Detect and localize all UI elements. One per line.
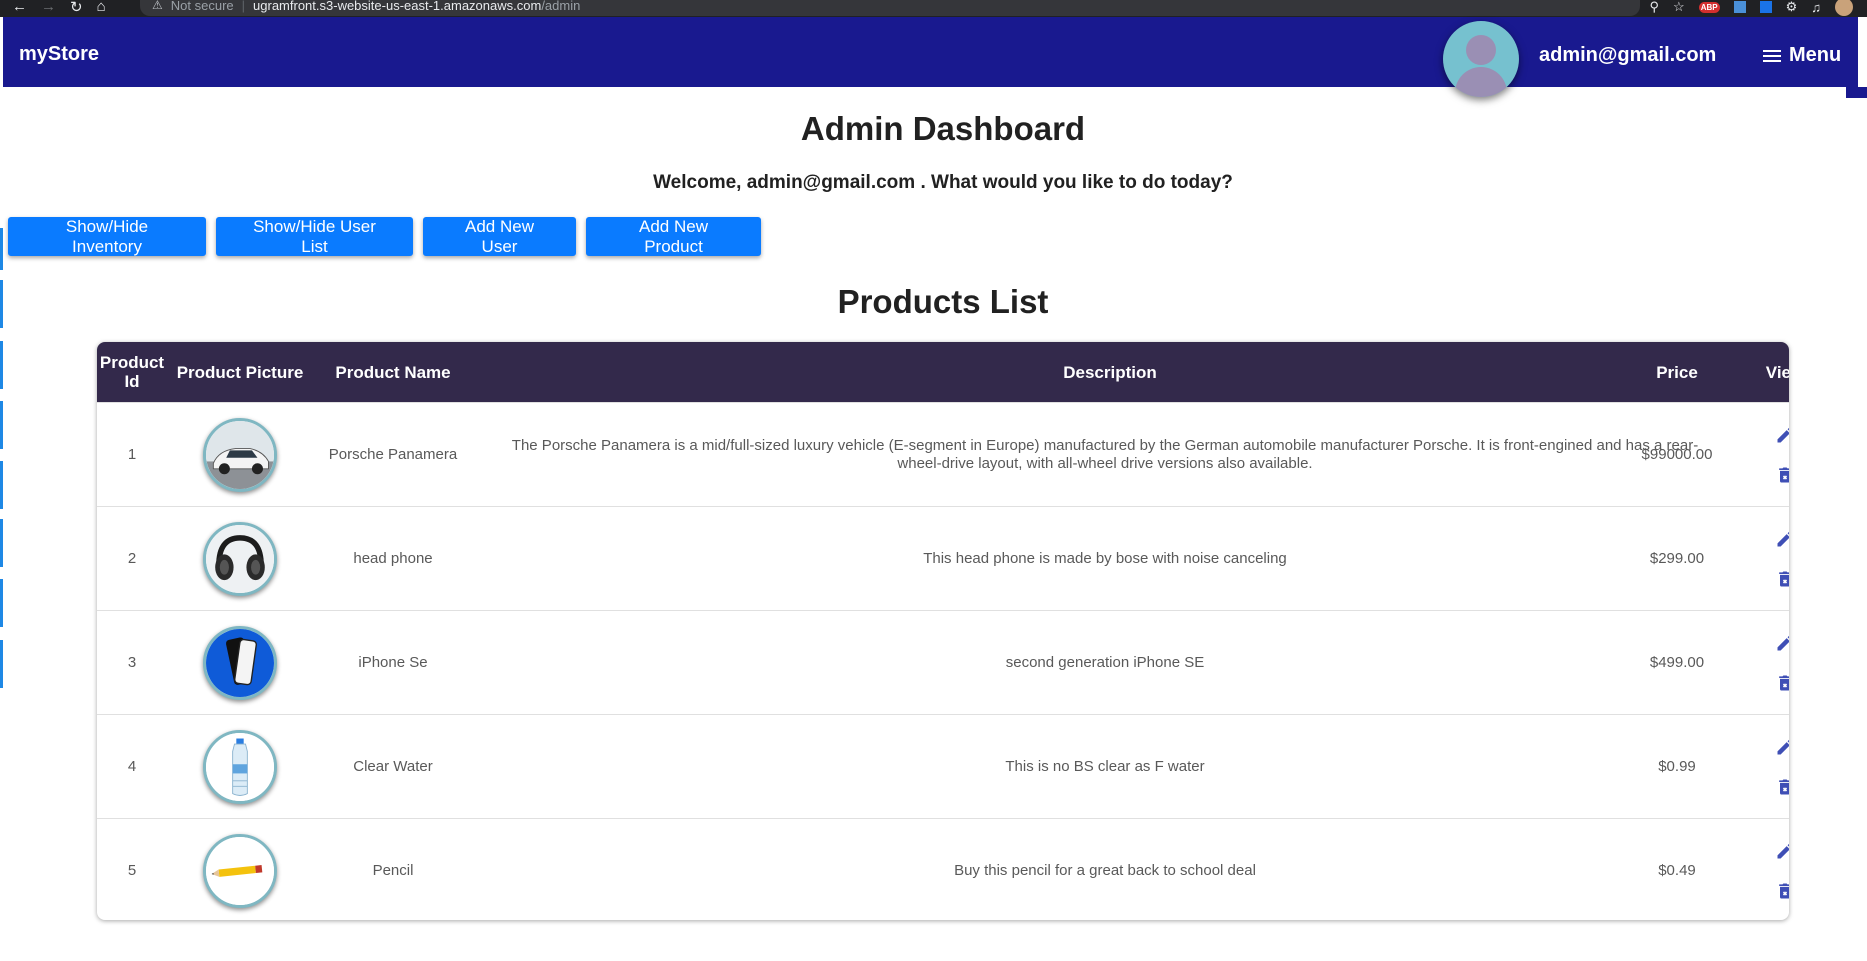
sidebar-edge bbox=[0, 401, 3, 449]
product-name: Porsche Panamera bbox=[328, 446, 458, 463]
back-icon[interactable]: ← bbox=[12, 0, 27, 16]
menu-label: Menu bbox=[1789, 44, 1842, 66]
user-avatar-icon[interactable] bbox=[1443, 21, 1519, 97]
sidebar-edge bbox=[0, 519, 3, 567]
edit-icon[interactable] bbox=[1775, 529, 1789, 549]
url-path: /admin bbox=[541, 0, 581, 13]
row-actions bbox=[1715, 507, 1789, 610]
appbar-edge bbox=[1846, 87, 1867, 98]
delete-icon[interactable] bbox=[1775, 881, 1789, 901]
hamburger-icon bbox=[1763, 47, 1781, 65]
edit-icon[interactable] bbox=[1775, 633, 1789, 653]
puzzle-icon[interactable]: ⚙ bbox=[1786, 0, 1798, 15]
table-row: 3 iPhone Se second generation iPhone SE … bbox=[97, 610, 1789, 714]
table-row: 2 head phone This head phone is made by … bbox=[97, 506, 1789, 610]
product-name: iPhone Se bbox=[358, 654, 428, 671]
product-id: 4 bbox=[127, 758, 137, 775]
brand-logo[interactable]: myStore bbox=[19, 43, 99, 66]
adblock-extension-icon[interactable]: ABP bbox=[1698, 1, 1720, 13]
add-product-button[interactable]: Add New Product bbox=[586, 217, 761, 256]
app-bar: myStore admin@gmail.com Menu bbox=[3, 17, 1861, 97]
product-id: 2 bbox=[127, 550, 137, 567]
sidebar-edge bbox=[0, 461, 3, 509]
toggle-user-list-button[interactable]: Show/Hide User List bbox=[216, 217, 413, 256]
product-id: 1 bbox=[127, 446, 137, 463]
edit-icon[interactable] bbox=[1775, 425, 1789, 445]
security-label: Not secure bbox=[170, 0, 234, 13]
warning-icon: ⚠ bbox=[152, 0, 163, 12]
action-buttons: Show/Hide Inventory Show/Hide User List … bbox=[8, 217, 761, 256]
product-id: 5 bbox=[127, 862, 137, 879]
url-host: ugramfront.s3-website-us-east-1.amazonaw… bbox=[253, 0, 542, 13]
pencil-icon bbox=[203, 833, 277, 908]
user-email[interactable]: admin@gmail.com bbox=[1539, 44, 1716, 67]
column-header-name: Product Name bbox=[335, 362, 451, 382]
edit-icon[interactable] bbox=[1775, 737, 1789, 757]
home-icon[interactable]: ⌂ bbox=[97, 0, 106, 16]
table-header: Product Id Product Picture Product Name … bbox=[97, 342, 1789, 402]
add-user-button[interactable]: Add New User bbox=[423, 217, 576, 256]
row-actions bbox=[1715, 403, 1789, 506]
delete-icon[interactable] bbox=[1775, 465, 1789, 485]
reload-icon[interactable]: ↻ bbox=[70, 0, 83, 16]
table-row: 5 Pencil Buy this pencil for a great bac… bbox=[97, 818, 1789, 920]
product-description: Buy this pencil for a great back to scho… bbox=[954, 861, 1256, 879]
product-name: Clear Water bbox=[353, 758, 433, 775]
extension-icon[interactable] bbox=[1733, 1, 1746, 13]
extension-icon[interactable] bbox=[1759, 1, 1772, 13]
product-description: The Porsche Panamera is a mid/full-sized… bbox=[511, 436, 1699, 472]
sidebar-edge bbox=[0, 228, 3, 270]
phone-icon bbox=[203, 625, 277, 700]
product-description: This is no BS clear as F water bbox=[1005, 757, 1205, 775]
page-gutter bbox=[1858, 17, 1867, 961]
column-header-picture: Product Picture bbox=[176, 362, 304, 382]
car-icon bbox=[203, 417, 277, 492]
address-bar[interactable]: ⚠ Not secure | ugramfront.s3-website-us-… bbox=[140, 0, 1640, 16]
playlist-icon[interactable]: ♫ bbox=[1811, 0, 1821, 15]
product-picture[interactable] bbox=[167, 403, 313, 506]
product-id: 3 bbox=[127, 654, 137, 671]
column-header-view: View bbox=[1765, 362, 1789, 382]
table-row: 1 Porsche Panamera The Porsche Panamera … bbox=[97, 402, 1789, 506]
menu-button[interactable]: Menu bbox=[1763, 44, 1841, 67]
product-picture[interactable] bbox=[167, 715, 313, 818]
extensions-area: ⚲ ☆ ABP ⚙ ♫ bbox=[1650, 0, 1853, 16]
key-icon[interactable]: ⚲ bbox=[1650, 0, 1660, 15]
delete-icon[interactable] bbox=[1775, 673, 1789, 693]
profile-avatar-icon[interactable] bbox=[1835, 0, 1853, 16]
toggle-inventory-button[interactable]: Show/Hide Inventory bbox=[8, 217, 206, 256]
row-actions bbox=[1715, 611, 1789, 714]
sidebar-edge bbox=[0, 640, 3, 688]
products-table: Product Id Product Picture Product Name … bbox=[97, 342, 1789, 920]
product-name: Pencil bbox=[372, 862, 414, 879]
water-bottle-icon bbox=[203, 729, 277, 804]
table-row: 4 Clear Water This is no BS clear as F w… bbox=[97, 714, 1789, 818]
page-title: Admin Dashboard bbox=[800, 110, 1086, 147]
product-name: head phone bbox=[353, 550, 433, 567]
sidebar-edge bbox=[0, 579, 3, 627]
row-actions bbox=[1715, 715, 1789, 818]
column-header-description: Description bbox=[1063, 362, 1157, 382]
browser-nav: ← → ↻ ⌂ bbox=[12, 0, 106, 16]
forward-icon[interactable]: → bbox=[41, 0, 56, 16]
separator: | bbox=[241, 0, 246, 13]
sidebar-edge bbox=[0, 341, 3, 389]
product-picture[interactable] bbox=[167, 611, 313, 714]
product-description: second generation iPhone SE bbox=[1005, 653, 1205, 671]
product-picture[interactable] bbox=[167, 507, 313, 610]
delete-icon[interactable] bbox=[1775, 569, 1789, 589]
product-description: This head phone is made by bose with noi… bbox=[923, 549, 1287, 567]
column-header-id: Product Id bbox=[99, 353, 165, 391]
star-icon[interactable]: ☆ bbox=[1673, 0, 1685, 15]
row-actions bbox=[1715, 819, 1789, 920]
delete-icon[interactable] bbox=[1775, 777, 1789, 797]
edit-icon[interactable] bbox=[1775, 841, 1789, 861]
products-list-title: Products List bbox=[837, 283, 1049, 320]
headphones-icon bbox=[203, 521, 277, 596]
product-picture[interactable] bbox=[167, 819, 313, 920]
browser-toolbar: ← → ↻ ⌂ ⚠ Not secure | ugramfront.s3-web… bbox=[0, 0, 1867, 17]
welcome-message: Welcome, admin@gmail.com . What would yo… bbox=[653, 172, 1233, 193]
